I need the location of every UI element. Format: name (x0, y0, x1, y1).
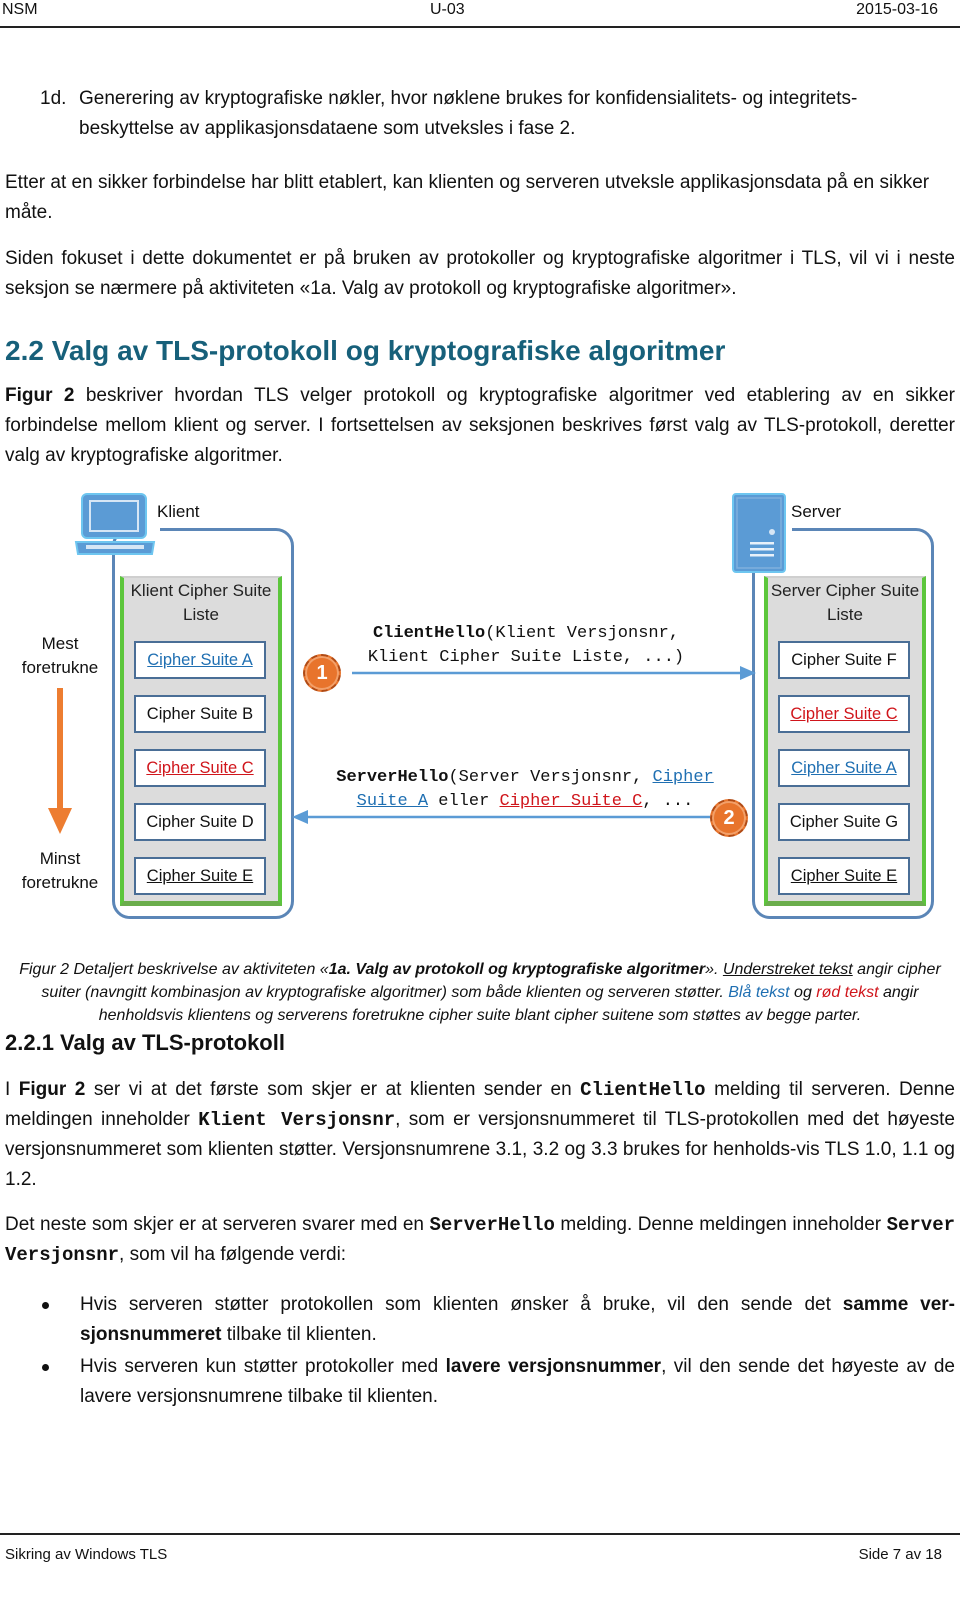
text: Hvis serveren støtter protokollen som kl… (80, 1294, 843, 1315)
tls-handshake-diagram: Klient Klient Cipher Suite Liste Cipher … (0, 480, 960, 930)
footer-rule (0, 1533, 960, 1535)
list-item-1d: 1d. Generering av kryptografiske nøkler,… (40, 84, 945, 144)
footer-title: Sikring av Windows TLS (5, 1546, 168, 1563)
server-hello-suite-c: Cipher Suite C (499, 792, 643, 811)
least-preferred-label: Minst foretrukne (21, 849, 99, 892)
figure-ref: Figur 2 (5, 385, 75, 406)
code-serverhello: ServerHello (429, 1214, 555, 1236)
server-hello-name: ServerHello (336, 768, 449, 787)
server-hello-suite-a-1: Cipher (652, 768, 714, 787)
list-item-text: Generering av kryptografiske nøkler, hvo… (79, 88, 858, 139)
server-label: Server (791, 502, 842, 521)
caption-part: Figur 2 Detaljert beskrivelse av aktivit… (19, 961, 329, 978)
client-hello-message: ClientHello(Klient Versjonsnr, Klient Ci… (330, 622, 722, 670)
bullet-item: Hvis serveren støtter protokollen som kl… (0, 1290, 955, 1350)
server-suite-4: Cipher Suite G (778, 803, 910, 841)
server-suite-1: Cipher Suite F (778, 641, 910, 679)
header-rule (0, 26, 960, 28)
server-suite-5: Cipher Suite E (778, 857, 910, 895)
server-list-title: Server Cipher Suite Liste (770, 581, 920, 624)
server-hello-message: ServerHello(Server Versjonsnr, Cipher Su… (310, 766, 740, 814)
figure-caption: Figur 2 Detaljert beskrivelse av aktivit… (5, 958, 955, 1027)
server-tower-icon (730, 492, 788, 574)
arrow-right-icon (352, 666, 756, 680)
section-heading: 2.2 Valg av TLS-protokoll og kryptografi… (5, 335, 726, 366)
client-cipher-list: Klient Cipher Suite Liste Cipher Suite A… (120, 576, 282, 906)
server-hello-args: (Server Versjonsnr, (448, 768, 653, 787)
caption-blue: Blå tekst (728, 984, 790, 1001)
laptop-icon (74, 492, 156, 558)
preference-arrow-icon (48, 688, 72, 836)
text: melding. Denne meldingen inneholder (554, 1214, 887, 1235)
bullet-list: Hvis serveren støtter protokollen som kl… (0, 1290, 955, 1414)
server-hello-suite-a-2: Suite A (356, 792, 429, 811)
client-label: Klient (157, 502, 200, 521)
text: , som vil ha følgende verdi: (119, 1244, 347, 1265)
client-hello-args-1: (Klient Versjonsnr, (485, 624, 680, 643)
most-preferred-label: Mest foretrukne (21, 634, 99, 677)
text: ser vi at det første som skjer er at kli… (85, 1079, 581, 1100)
text: Hvis serveren kun støtter protokoller me… (80, 1356, 446, 1377)
client-hello-name: ClientHello (372, 624, 486, 643)
paragraph-2: Siden fokuset i dette dokumentet er på b… (5, 248, 955, 299)
code-klient-versjonsnr: Klient Versjonsnr (198, 1109, 396, 1131)
page-number: Side 7 av 18 (858, 1546, 942, 1563)
server-hello-ellipsis: , ... (642, 792, 694, 811)
client-suite-1: Cipher Suite A (134, 641, 266, 679)
paragraph-3-text: beskriver hvordan TLS velger protokoll o… (5, 385, 956, 466)
header-org: NSM (2, 1, 38, 18)
bold-text: lavere versjonsnummer (445, 1356, 662, 1377)
list-marker: 1d. (40, 88, 67, 109)
paragraph-1: Etter at en sikker forbindelse har blitt… (5, 172, 930, 223)
code-clienthello: ClientHello (580, 1079, 706, 1101)
paragraph-3: Figur 2 beskriver hvordan TLS velger pro… (5, 381, 955, 471)
caption-part: og (789, 984, 817, 1001)
paragraph-4: I Figur 2 ser vi at det første som skjer… (5, 1075, 955, 1195)
text: I (5, 1079, 19, 1100)
subsection-heading: 2.2.1 Valg av TLS-protokoll (5, 1030, 285, 1055)
text: Det neste som skjer er at serveren svare… (5, 1214, 430, 1235)
text: tilbake til klienten. (221, 1324, 377, 1345)
bullet-icon (42, 1302, 49, 1309)
paragraph-5: Det neste som skjer er at serveren svare… (5, 1210, 955, 1270)
server-cipher-list: Server Cipher Suite Liste Cipher Suite F… (764, 576, 926, 906)
server-hello-or: eller (428, 792, 500, 811)
client-suite-4: Cipher Suite D (134, 803, 266, 841)
caption-part: ». (705, 961, 723, 978)
client-suite-3: Cipher Suite C (134, 749, 266, 787)
server-suite-2: Cipher Suite C (778, 695, 910, 733)
header-doc-id: U-03 (430, 1, 465, 18)
caption-activity: 1a. Valg av protokoll og kryptografiske … (328, 961, 706, 978)
server-suite-3: Cipher Suite A (778, 749, 910, 787)
caption-underlined: Understreket tekst (722, 961, 853, 978)
client-suite-5: Cipher Suite E (134, 857, 266, 895)
arrow-left-icon (292, 810, 710, 824)
client-suite-2: Cipher Suite B (134, 695, 266, 733)
client-hello-args-2: Klient Cipher Suite Liste, ...) (367, 648, 685, 667)
figure-ref: Figur 2 (18, 1079, 86, 1100)
caption-red: rød tekst (816, 984, 879, 1001)
client-list-title: Klient Cipher Suite Liste (130, 581, 272, 624)
header-date: 2015-03-16 (856, 1, 938, 18)
step-1-badge: 1 (303, 654, 341, 692)
bullet-item: Hvis serveren kun støtter protokoller me… (0, 1352, 955, 1412)
bullet-icon (42, 1364, 49, 1371)
page-header: NSM U-03 2015-03-16 (0, 0, 960, 22)
step-2-badge: 2 (710, 799, 748, 837)
